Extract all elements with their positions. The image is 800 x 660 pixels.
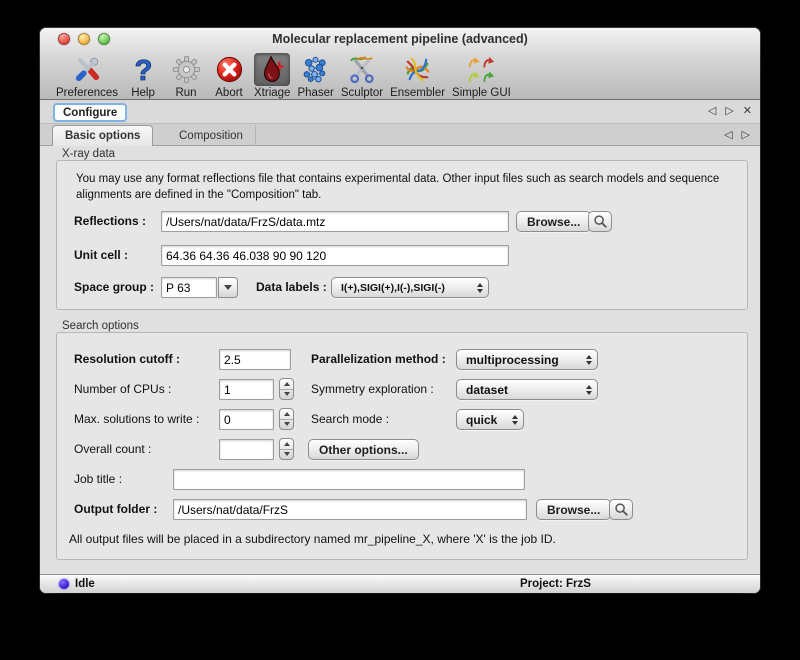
close-tab-icon[interactable]: ✕ — [743, 104, 752, 117]
search-options-group-title: Search options — [62, 320, 139, 332]
toolbar-button-ensembler[interactable]: Ensembler — [390, 53, 445, 99]
abort-x-icon — [214, 54, 245, 85]
output-note: All output files will be placed in a sub… — [69, 531, 729, 547]
run-gear-icon — [171, 54, 202, 85]
parallelization-method-label: Parallelization method : — [311, 349, 446, 370]
tabs-scroll-right-icon[interactable]: ▷ — [742, 128, 750, 141]
search-options-group-box: Resolution cutoff : Parallelization meth… — [56, 332, 748, 560]
status-led-icon — [59, 579, 69, 589]
magnifier-icon — [614, 502, 629, 517]
reflections-input[interactable] — [161, 211, 509, 232]
space-group-combobox-input[interactable] — [161, 277, 217, 298]
window-header: Molecular replacement pipeline (advanced… — [40, 28, 760, 100]
tab-configure[interactable]: Configure — [53, 103, 127, 122]
tabs-scroll-left-icon[interactable]: ◁ — [724, 128, 732, 141]
toolbar: Preferences ? Help — [40, 51, 760, 99]
notebook-tabs-row: Basic options Composition ◁ ▷ — [40, 124, 760, 146]
toolbar-label: Abort — [215, 87, 243, 99]
sculptor-scissors-icon — [346, 54, 377, 85]
popup-arrows-icon — [477, 283, 483, 293]
scroll-left-icon[interactable]: ◁ — [708, 104, 716, 117]
reflections-browse-button[interactable]: Browse... — [516, 211, 591, 232]
ensembler-ribbons-icon — [402, 54, 433, 85]
toolbar-label: Xtriage — [254, 87, 290, 99]
overall-count-label: Overall count : — [74, 439, 151, 460]
other-options-button[interactable]: Other options... — [308, 439, 419, 460]
window-title: Molecular replacement pipeline (advanced… — [40, 32, 760, 46]
overall-count-stepper[interactable] — [279, 438, 294, 460]
xray-data-group-box: You may use any format reflections file … — [56, 160, 748, 310]
toolbar-label: Phaser — [297, 87, 333, 99]
preferences-tools-icon — [72, 54, 103, 85]
parallelization-method-popup[interactable]: multiprocessing — [456, 349, 598, 370]
titlebar[interactable]: Molecular replacement pipeline (advanced… — [40, 28, 760, 50]
simple-gui-arrows-icon — [466, 54, 497, 85]
data-labels-popup[interactable]: I(+),SIGI(+),I(-),SIGI(-) — [331, 277, 489, 298]
basic-options-panel: X-ray data You may use any format reflec… — [40, 146, 760, 574]
magnifier-icon — [593, 214, 608, 229]
xtriage-drop-icon — [257, 54, 288, 85]
app-window: Molecular replacement pipeline (advanced… — [40, 28, 760, 593]
toolbar-label: Help — [131, 87, 155, 99]
resolution-cutoff-label: Resolution cutoff : — [74, 349, 180, 370]
output-folder-browse-button[interactable]: Browse... — [536, 499, 611, 520]
chevron-down-icon — [224, 285, 232, 290]
search-mode-label: Search mode : — [311, 409, 389, 430]
phaser-molecule-icon — [300, 54, 331, 85]
xtriage-selected-highlight — [254, 53, 290, 86]
toolbar-label: Run — [175, 87, 196, 99]
toolbar-button-help[interactable]: ? Help — [125, 53, 161, 99]
output-folder-label: Output folder : — [74, 499, 157, 520]
toolbar-label: Sculptor — [341, 87, 383, 99]
job-title-label: Job title : — [74, 469, 122, 490]
symmetry-exploration-popup[interactable]: dataset — [456, 379, 598, 400]
max-solutions-input[interactable] — [219, 409, 274, 430]
output-folder-input[interactable] — [173, 499, 527, 520]
unit-cell-input[interactable] — [161, 245, 509, 266]
max-solutions-stepper[interactable] — [279, 408, 294, 430]
xray-description: You may use any format reflections file … — [76, 171, 731, 203]
status-bar: Idle Project: FrzS — [40, 574, 760, 593]
scroll-right-icon[interactable]: ▷ — [725, 104, 733, 117]
toolbar-button-xtriage[interactable]: Xtriage — [254, 53, 290, 99]
toolbar-label: Ensembler — [390, 87, 445, 99]
number-of-cpus-input[interactable] — [219, 379, 274, 400]
desktop-background: Molecular replacement pipeline (advanced… — [0, 0, 800, 660]
resolution-cutoff-input[interactable] — [219, 349, 291, 370]
xray-data-group-title: X-ray data — [62, 148, 115, 160]
search-mode-popup[interactable]: quick — [456, 409, 524, 430]
space-group-label: Space group : — [74, 277, 154, 298]
data-labels-label: Data labels : — [256, 277, 327, 298]
number-of-cpus-stepper[interactable] — [279, 378, 294, 400]
toolbar-button-preferences[interactable]: Preferences — [56, 53, 118, 99]
toolbar-button-simple-gui[interactable]: Simple GUI — [452, 53, 511, 99]
overall-count-input[interactable] — [219, 439, 274, 460]
number-of-cpus-label: Number of CPUs : — [74, 379, 171, 400]
popup-arrows-icon — [586, 385, 592, 395]
help-question-icon: ? — [128, 54, 159, 85]
tab-basic-options[interactable]: Basic options — [52, 125, 153, 146]
status-text: Idle — [75, 578, 95, 590]
toolbar-label: Preferences — [56, 87, 118, 99]
tab-composition[interactable]: Composition — [167, 125, 256, 146]
toolbar-button-phaser[interactable]: Phaser — [297, 53, 333, 99]
project-label: Project: FrzS — [520, 578, 591, 590]
reflections-label: Reflections : — [74, 211, 146, 232]
symmetry-exploration-label: Symmetry exploration : — [311, 379, 434, 400]
max-solutions-label: Max. solutions to write : — [74, 409, 199, 430]
toolbar-label: Simple GUI — [452, 87, 511, 99]
toolbar-button-run[interactable]: Run — [168, 53, 204, 99]
job-title-input[interactable] — [173, 469, 525, 490]
space-group-dropdown-button[interactable] — [218, 277, 238, 298]
toolbar-button-abort[interactable]: Abort — [211, 53, 247, 99]
unit-cell-label: Unit cell : — [74, 245, 128, 266]
svg-text:?: ? — [134, 55, 152, 85]
configure-tab-row: Configure ◁ ▷ ✕ — [40, 100, 760, 124]
toolbar-button-sculptor[interactable]: Sculptor — [341, 53, 383, 99]
output-folder-view-button[interactable] — [609, 499, 633, 520]
reflections-view-button[interactable] — [588, 211, 612, 232]
popup-arrows-icon — [586, 355, 592, 365]
popup-arrows-icon — [512, 415, 518, 425]
